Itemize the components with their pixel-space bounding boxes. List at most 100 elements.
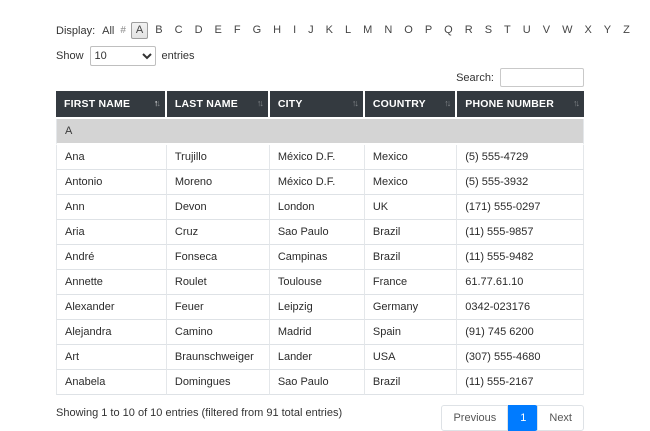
letter-filter-g[interactable]: G	[248, 22, 267, 39]
search-label: Search:	[456, 71, 494, 84]
cell-last-name: Camino	[166, 320, 270, 345]
letter-filter-j[interactable]: J	[303, 22, 319, 39]
table-header-row: FIRST NAME ↑↓ LAST NAME ↑↓ CITY ↑↓ COUNTRY ↑↓ PH…	[56, 91, 584, 119]
cell-first-name: Ana	[56, 145, 167, 170]
previous-page-button[interactable]: Previous	[441, 405, 509, 431]
sort-icon: ↑↓	[444, 98, 451, 108]
cell-phone-number: 0342-023176	[457, 295, 584, 320]
column-header-last-name[interactable]: LAST NAME ↑↓	[166, 91, 270, 119]
table-row[interactable]: Annette Roulet Toulouse France 61.77.61.10	[56, 270, 584, 295]
table-row[interactable]: André Fonseca Campinas Brazil (11) 555-9482	[56, 245, 584, 270]
pagination: Previous 1 Next	[441, 405, 584, 431]
letter-filter-z[interactable]: Z	[618, 22, 635, 39]
cell-country: USA	[364, 345, 458, 370]
letter-filter-e[interactable]: E	[210, 22, 227, 39]
entries-select[interactable]: 10	[89, 46, 156, 66]
cell-country: Spain	[364, 320, 458, 345]
letter-filter-s[interactable]: S	[480, 22, 497, 39]
cell-country: Mexico	[364, 170, 458, 195]
letter-filter-a[interactable]: A	[130, 22, 149, 39]
sort-down-icon: ↓	[446, 98, 451, 108]
table-row[interactable]: Alexander Feuer Leipzig Germany 0342-023176	[56, 295, 584, 320]
show-label: Show	[56, 50, 84, 62]
letter-filter-k[interactable]: K	[321, 22, 338, 39]
letter-filter-y[interactable]: Y	[599, 22, 616, 39]
sort-down-icon: ↓	[259, 98, 263, 108]
cell-phone-number: (5) 555-4729	[457, 145, 584, 170]
letter-filter-h[interactable]: H	[268, 22, 286, 39]
letter-filter-p[interactable]: P	[420, 22, 437, 39]
letter-filter-x[interactable]: X	[579, 22, 596, 39]
column-header-country[interactable]: COUNTRY ↑↓	[364, 91, 458, 119]
page-button-1[interactable]: 1	[508, 405, 539, 431]
cell-country: Mexico	[364, 145, 458, 170]
table-row[interactable]: Aria Cruz Sao Paulo Brazil (11) 555-9857	[56, 220, 584, 245]
contacts-table: FIRST NAME ↑↓ LAST NAME ↑↓ CITY ↑↓ COUNTRY ↑↓ PH…	[56, 91, 584, 395]
cell-country: Brazil	[364, 370, 458, 395]
cell-phone-number: 61.77.61.10	[457, 270, 584, 295]
letter-filter-m[interactable]: M	[358, 22, 377, 39]
column-header-label: COUNTRY	[372, 98, 426, 110]
cell-country: France	[364, 270, 458, 295]
sort-icon: ↑↓	[352, 98, 359, 108]
letter-filter-r[interactable]: R	[460, 22, 478, 39]
cell-city: México D.F.	[269, 170, 365, 195]
sort-down-icon: ↓	[575, 98, 580, 108]
cell-last-name: Domingues	[166, 370, 270, 395]
cell-city: Lander	[269, 345, 365, 370]
table-row[interactable]: Ann Devon London UK (171) 555-0297	[56, 195, 584, 220]
cell-first-name: Antonio	[56, 170, 167, 195]
letter-filter-o[interactable]: O	[399, 22, 418, 39]
filter-hash[interactable]: #	[120, 25, 126, 36]
cell-first-name: Anabela	[56, 370, 167, 395]
table-row[interactable]: Alejandra Camino Madrid Spain (91) 745 6200	[56, 320, 584, 345]
filter-all[interactable]: All	[102, 25, 114, 37]
cell-last-name: Cruz	[166, 220, 270, 245]
cell-last-name: Feuer	[166, 295, 270, 320]
letter-filter-t[interactable]: T	[499, 22, 516, 39]
letter-filter-q[interactable]: Q	[439, 22, 458, 39]
letter-filter-b[interactable]: B	[150, 22, 167, 39]
letter-filter-u[interactable]: U	[518, 22, 536, 39]
column-header-label: LAST NAME	[174, 98, 238, 110]
table-row[interactable]: Anabela Domingues Sao Paulo Brazil (11) 555-…	[56, 370, 584, 395]
table-row[interactable]: Ana Trujillo México D.F. Mexico (5) 555-4729	[56, 145, 584, 170]
letter-filter-c[interactable]: C	[170, 22, 188, 39]
length-control: Show 10 entries	[56, 46, 584, 66]
table-footer: Showing 1 to 10 of 10 entries (filtered …	[56, 405, 584, 431]
cell-city: Sao Paulo	[269, 220, 365, 245]
cell-city: Campinas	[269, 245, 365, 270]
letter-filter-f[interactable]: F	[229, 22, 246, 39]
cell-phone-number: (307) 555-4680	[457, 345, 584, 370]
letter-filter-l[interactable]: L	[340, 22, 356, 39]
column-header-city[interactable]: CITY ↑↓	[269, 91, 365, 119]
column-header-label: FIRST NAME	[64, 98, 131, 110]
table-row[interactable]: Antonio Moreno México D.F. Mexico (5) 555-39…	[56, 170, 584, 195]
datatable-page: Display: All # ABCDEFGHIJKLMNOPQRSTUVWXY…	[0, 0, 650, 431]
entries-label: entries	[161, 50, 195, 62]
cell-phone-number: (11) 555-9857	[457, 220, 584, 245]
column-header-first-name[interactable]: FIRST NAME ↑↓	[56, 91, 167, 119]
letter-filter-w[interactable]: W	[557, 22, 577, 39]
sort-icon: ↑↓	[573, 98, 580, 108]
search-input[interactable]	[500, 68, 584, 87]
column-header-phone-number[interactable]: PHONE NUMBER ↑↓	[457, 91, 584, 119]
next-page-button[interactable]: Next	[537, 405, 584, 431]
cell-last-name: Roulet	[166, 270, 270, 295]
cell-country: Brazil	[364, 220, 458, 245]
cell-first-name: Alexander	[56, 295, 167, 320]
cell-first-name: André	[56, 245, 167, 270]
cell-phone-number: (11) 555-2167	[457, 370, 584, 395]
table-row[interactable]: Art Braunschweiger Lander USA (307) 555-4680	[56, 345, 584, 370]
letter-filter-d[interactable]: D	[190, 22, 208, 39]
letter-filter-v[interactable]: V	[538, 22, 555, 39]
letter-filter-i[interactable]: I	[288, 22, 301, 39]
cell-country: Brazil	[364, 245, 458, 270]
sort-icon: ↑↓	[257, 98, 264, 108]
letter-filter-n[interactable]: N	[379, 22, 397, 39]
cell-last-name: Devon	[166, 195, 270, 220]
cell-last-name: Braunschweiger	[166, 345, 270, 370]
cell-city: Toulouse	[269, 270, 365, 295]
entries-info: Showing 1 to 10 of 10 entries (filtered …	[56, 407, 343, 419]
column-header-label: PHONE NUMBER	[465, 98, 554, 110]
